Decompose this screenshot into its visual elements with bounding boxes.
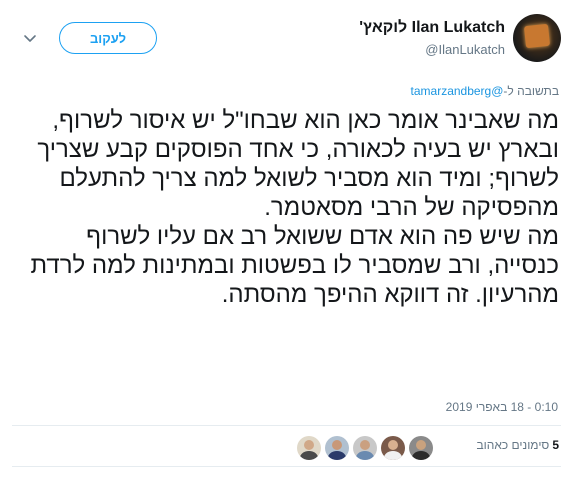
user-handle[interactable]: @IlanLukatch [425,42,505,57]
liker-avatar[interactable] [409,436,433,460]
follow-button[interactable]: לעקוב [59,22,157,54]
reply-prefix: בתשובה ל- [503,84,559,98]
display-name[interactable]: Ilan Lukatch לוקאץ' [359,19,505,37]
tweet-text: מה שאבינר אומר כאן הוא שבחו"ל יש איסור ל… [19,106,559,309]
likers-avatars [297,436,433,460]
likes-label: סימונים כאהוב [476,438,550,452]
chevron-down-icon[interactable] [22,30,38,46]
likes-stat[interactable]: 5סימונים כאהוב [476,438,559,452]
liker-avatar[interactable] [325,436,349,460]
reply-context: בתשובה ל-@tamarzandberg [411,84,559,98]
liker-avatar[interactable] [297,436,321,460]
liker-avatar[interactable] [381,436,405,460]
likes-count: 5 [552,438,559,452]
divider [12,425,561,426]
tweet-paragraph: מה שאבינר אומר כאן הוא שבחו"ל יש איסור ל… [37,107,559,221]
reply-mention-link[interactable]: @tamarzandberg [411,84,504,98]
avatar-image-detail [523,23,551,49]
tweet-paragraph: מה שיש פה הוא אדם ששואל רב אם עליו לשרוף… [30,223,559,308]
divider [12,466,561,467]
user-avatar[interactable] [513,14,561,62]
tweet-timestamp[interactable]: 0:10 - 18 באפרי 2019 [446,400,558,414]
tweet: Ilan Lukatch לוקאץ' @IlanLukatch לעקוב ב… [0,0,573,480]
liker-avatar[interactable] [353,436,377,460]
